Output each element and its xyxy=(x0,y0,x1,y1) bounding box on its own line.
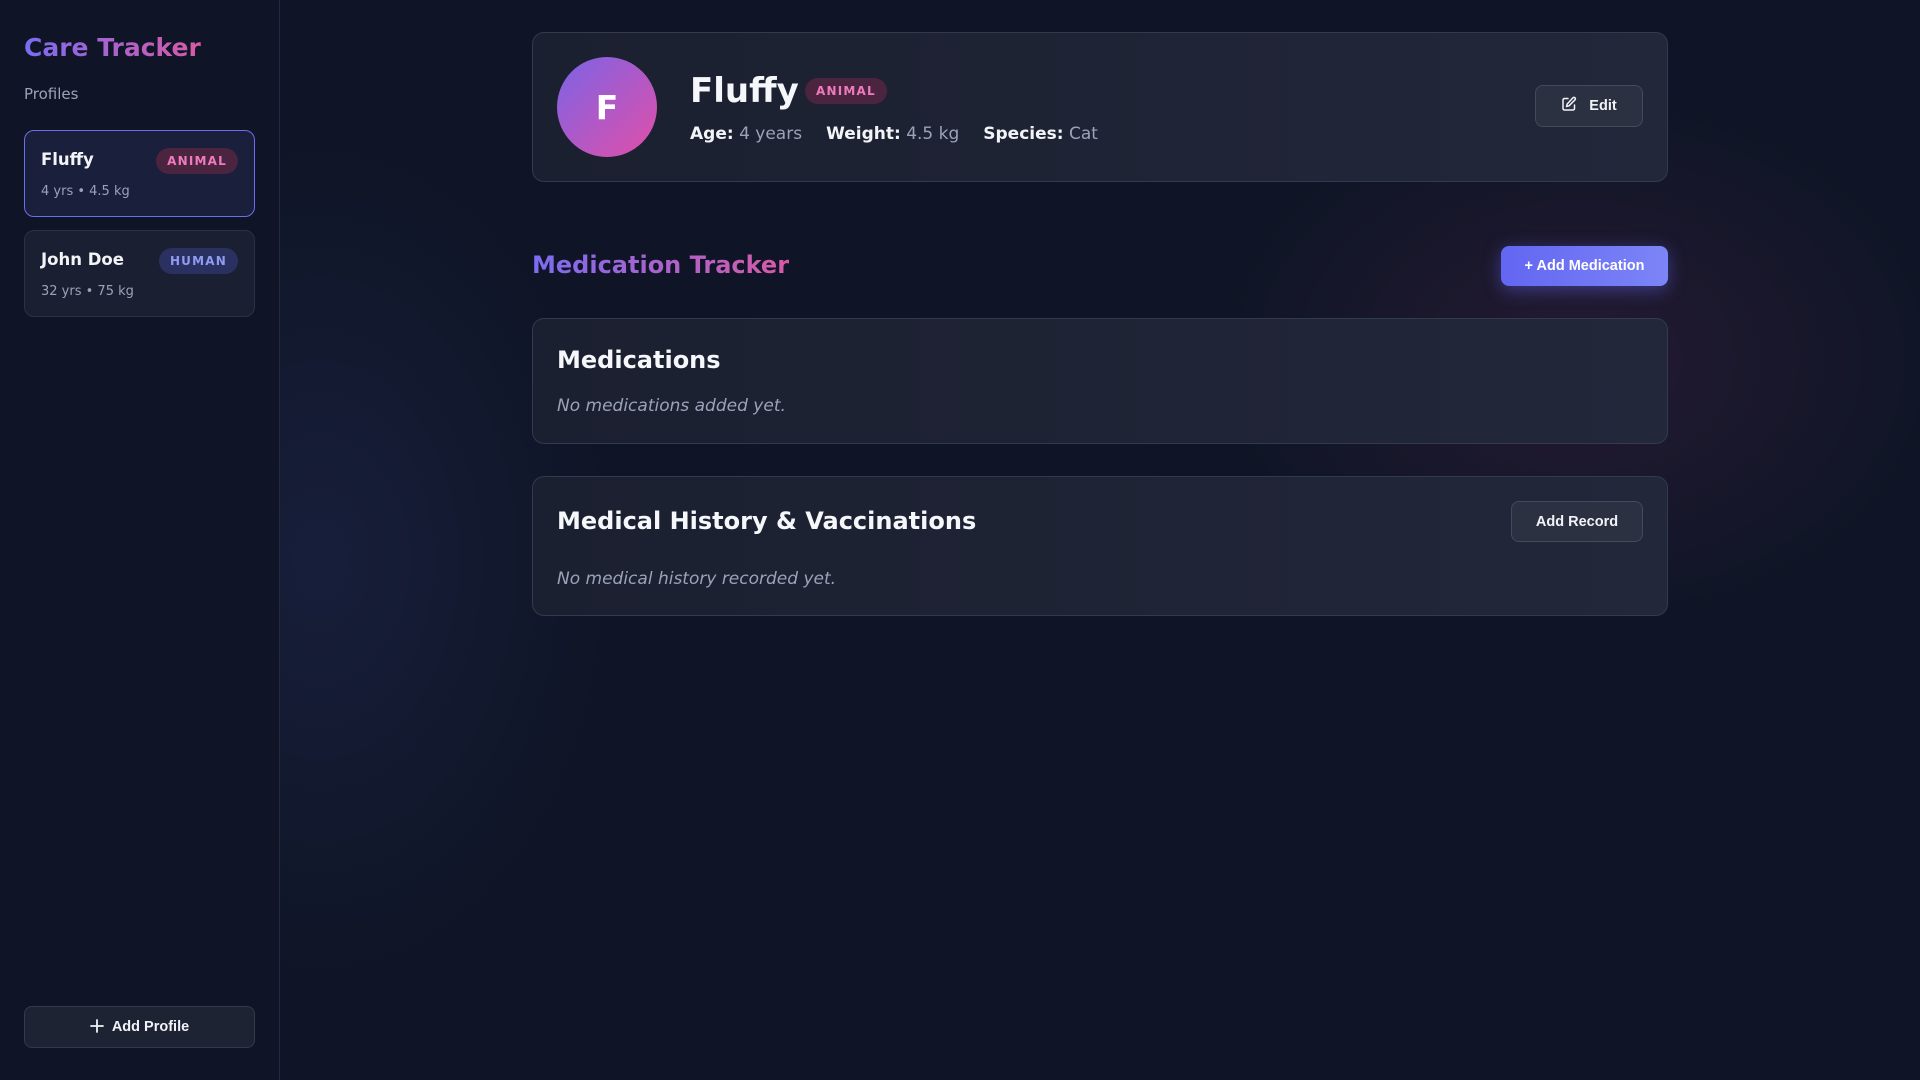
weight-label: Weight: xyxy=(826,124,901,144)
medical-history-empty-state: No medical history recorded yet. xyxy=(557,569,837,589)
profile-meta: 4 yrs • 4.5 kg xyxy=(41,184,130,199)
medical-history-title: Medical History & Vaccinations xyxy=(557,507,977,535)
edit-icon xyxy=(1561,96,1577,116)
species-value: Cat xyxy=(1068,124,1098,144)
species-label: Species: xyxy=(983,124,1064,144)
profile-stats: Age: 4 years Weight: 4.5 kg Species: Cat xyxy=(690,124,1098,144)
weight-stat: Weight: 4.5 kg xyxy=(826,124,959,144)
medications-card: Medications No medications added yet. xyxy=(532,318,1668,444)
medication-tracker-title: Medication Tracker xyxy=(532,251,790,279)
profile-header-card: F Fluffy ANIMAL Age: 4 years Weight: 4.5… xyxy=(532,32,1668,182)
profile-card-john-doe[interactable]: John Doe HUMAN 32 yrs • 75 kg xyxy=(24,230,255,317)
medications-empty-state: No medications added yet. xyxy=(557,396,786,416)
sidebar: Care Tracker Profiles Fluffy ANIMAL 4 yr… xyxy=(0,0,280,1080)
plus-icon xyxy=(89,1018,104,1036)
medical-history-card: Medical History & Vaccinations Add Recor… xyxy=(532,476,1668,616)
age-label: Age: xyxy=(690,124,734,144)
profile-name: Fluffy xyxy=(41,150,94,169)
add-profile-label: Add Profile xyxy=(111,1019,190,1035)
profile-type-badge: ANIMAL xyxy=(805,78,887,104)
profile-title: Fluffy xyxy=(690,71,799,111)
avatar: F xyxy=(557,57,657,157)
age-stat: Age: 4 years xyxy=(690,124,802,144)
edit-label: Edit xyxy=(1589,98,1617,114)
age-value: 4 years xyxy=(739,124,803,144)
profile-card-fluffy[interactable]: Fluffy ANIMAL 4 yrs • 4.5 kg xyxy=(24,130,255,217)
app-brand: Care Tracker xyxy=(24,33,201,62)
add-record-button[interactable]: Add Record xyxy=(1511,501,1643,542)
profile-meta: 32 yrs • 75 kg xyxy=(41,284,134,299)
profiles-section-label: Profiles xyxy=(24,85,79,103)
add-medication-button[interactable]: + Add Medication xyxy=(1501,246,1668,286)
medications-title: Medications xyxy=(557,346,721,374)
profile-type-badge: ANIMAL xyxy=(156,148,238,174)
profile-name: John Doe xyxy=(41,250,124,269)
species-stat: Species: Cat xyxy=(983,124,1098,144)
add-profile-button[interactable]: Add Profile xyxy=(24,1006,255,1048)
profile-type-badge: HUMAN xyxy=(158,248,238,274)
weight-value: 4.5 kg xyxy=(906,124,960,144)
edit-profile-button[interactable]: Edit xyxy=(1535,85,1643,127)
